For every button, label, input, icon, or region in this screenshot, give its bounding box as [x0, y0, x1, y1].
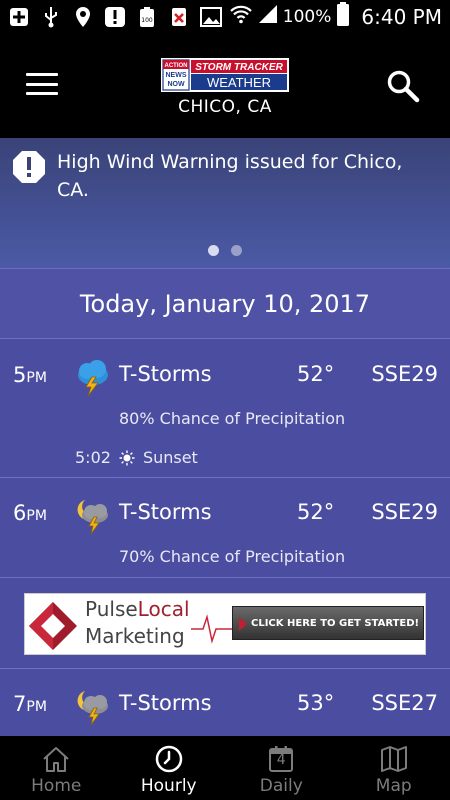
nav-hourly-label: Hourly — [140, 776, 197, 796]
usb-icon — [40, 6, 62, 28]
sun-event-label: Sunset — [142, 448, 198, 467]
hour-value: 5 — [13, 363, 27, 387]
ad-row: PulseLocal Marketing CLICK HERE TO GET S… — [0, 578, 450, 669]
pagination-dot-active[interactable] — [208, 245, 219, 256]
location-label: CHICO, CA — [178, 97, 272, 117]
storm-tracker-logo: ACTION NEWS NOW STORM TRACKER WEATHER — [161, 58, 289, 92]
hourly-row[interactable]: 5PM T-Storms 52° SSE29 80% Chance of Pre… — [0, 340, 450, 478]
pagination-dot[interactable] — [231, 245, 242, 256]
thunderstorm-night-icon — [77, 691, 108, 726]
ad-cta-button[interactable]: CLICK HERE TO GET STARTED! — [232, 606, 424, 640]
hour-label: 5PM — [13, 363, 47, 387]
svg-text:100: 100 — [141, 17, 153, 24]
weather-alert-banner[interactable]: High Wind Warning issued for Chico, CA. — [0, 138, 450, 269]
ad-brand-part2: Local — [137, 597, 190, 621]
menu-button[interactable] — [24, 69, 60, 99]
hour-ampm: PM — [26, 508, 47, 524]
sunset-icon — [119, 450, 135, 465]
hour-label: 6PM — [13, 501, 47, 525]
battery-percent: 100% — [282, 6, 332, 27]
gallery-icon — [200, 6, 222, 28]
ad-brand-line2: Marketing — [85, 624, 185, 648]
wind-label: SSE29 — [371, 500, 438, 524]
wind-label: SSE29 — [371, 362, 438, 386]
clock-time: 6:40 PM — [361, 4, 442, 29]
svg-text:NEWS: NEWS — [166, 72, 187, 79]
condition-label: T-Storms — [119, 500, 212, 524]
hour-label: 7PM — [13, 692, 47, 716]
ad-brand-part1: Pulse — [85, 597, 138, 621]
wind-label: SSE27 — [371, 691, 438, 715]
hour-ampm: PM — [26, 699, 47, 715]
warning-icon — [13, 151, 45, 183]
location-icon — [72, 6, 94, 28]
alert-pagination — [0, 245, 450, 256]
hamburger-icon — [26, 73, 58, 76]
svg-text:NOW: NOW — [167, 81, 185, 88]
search-button[interactable] — [386, 69, 420, 103]
nav-daily[interactable]: 4 Daily — [225, 736, 338, 800]
sun-event: 5:02 Sunset — [75, 448, 198, 467]
hamburger-bar — [26, 92, 58, 95]
ad-brand: PulseLocal — [85, 597, 190, 621]
sun-event-time: 5:02 — [75, 448, 111, 467]
wifi-icon — [229, 4, 253, 29]
add-notification-icon — [8, 6, 30, 28]
search-icon — [387, 70, 420, 103]
pulse-line-icon — [191, 614, 235, 644]
nav-daily-label: Daily — [259, 776, 303, 796]
signal-icon — [258, 4, 278, 29]
precip-chance: 80% Chance of Precipitation — [119, 409, 346, 428]
logo-line2: WEATHER — [207, 75, 271, 90]
advertisement-banner[interactable]: PulseLocal Marketing CLICK HERE TO GET S… — [24, 593, 426, 655]
precip-chance: 70% Chance of Precipitation — [119, 547, 346, 566]
hour-ampm: PM — [26, 370, 47, 386]
nav-home[interactable]: Home — [0, 736, 113, 800]
hour-value: 7 — [13, 692, 27, 716]
alert-message: High Wind Warning issued for Chico, CA. — [57, 151, 403, 201]
nav-home-label: Home — [31, 776, 82, 796]
home-icon — [43, 747, 69, 772]
no-sim-icon — [168, 6, 190, 28]
thunderstorm-day-icon — [78, 360, 108, 397]
date-header: Today, January 10, 2017 — [0, 269, 450, 339]
nav-map[interactable]: Map — [338, 736, 450, 800]
temperature: 53° — [297, 691, 335, 715]
logo-line1: STORM TRACKER — [195, 62, 283, 73]
hourly-row[interactable]: 6PM T-Storms 52° SSE29 70% Chance of Pre… — [0, 478, 450, 578]
map-icon — [380, 746, 407, 772]
calendar-icon: 4 — [266, 744, 296, 774]
status-bar: 100 100% 6:40 PM — [0, 0, 450, 33]
hamburger-bar — [26, 82, 58, 86]
nav-map-label: Map — [375, 776, 412, 796]
battery-notification-icon: 100 — [136, 6, 158, 28]
temperature: 52° — [297, 500, 335, 524]
nav-hourly[interactable]: Hourly — [113, 736, 226, 800]
bottom-nav: Home Hourly 4 Daily Map — [0, 736, 450, 800]
alert-notification-icon — [104, 6, 126, 28]
app-header: ACTION NEWS NOW STORM TRACKER WEATHER CH… — [0, 33, 450, 138]
svg-text:ACTION: ACTION — [165, 63, 188, 69]
calendar-badge: 4 — [276, 752, 286, 768]
hourly-row[interactable]: 7PM T-Storms 53° SSE27 — [0, 669, 450, 736]
temperature: 52° — [297, 362, 335, 386]
hour-value: 6 — [13, 501, 27, 525]
thunderstorm-night-icon — [77, 500, 108, 535]
condition-label: T-Storms — [119, 691, 212, 715]
condition-label: T-Storms — [119, 362, 212, 386]
pulse-local-logo-icon — [29, 602, 77, 650]
clock-icon — [155, 745, 182, 773]
battery-icon — [336, 2, 350, 31]
